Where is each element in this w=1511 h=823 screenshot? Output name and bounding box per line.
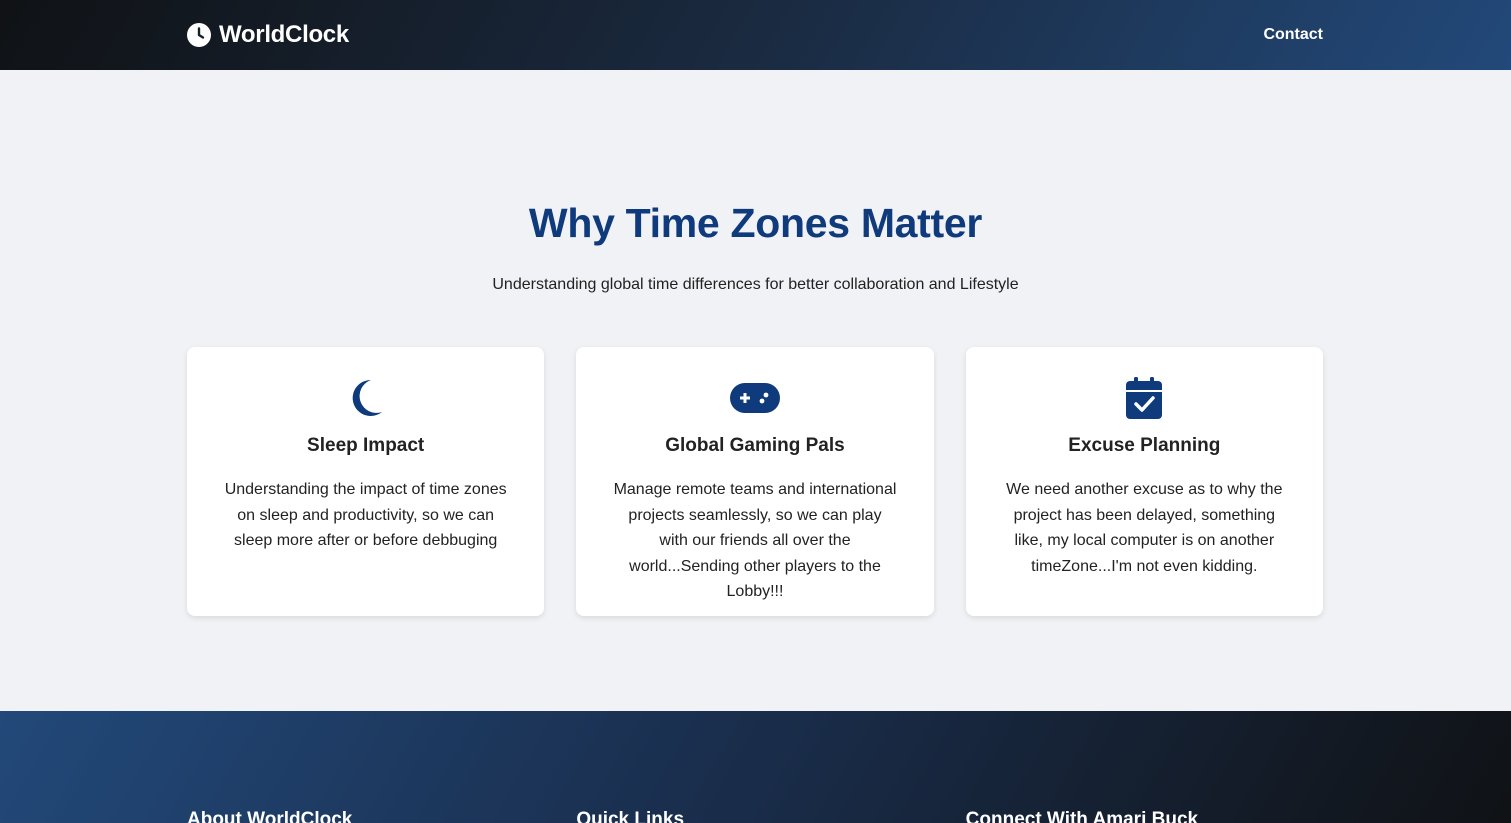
footer-connect: Connect With Amari Buck (966, 809, 1323, 823)
footer-heading-links: Quick Links (576, 809, 685, 823)
brand-link[interactable]: WorldClock (187, 21, 349, 49)
card-excuse-planning: Excuse Planning We need another excuse a… (965, 347, 1323, 616)
card-title: Global Gaming Pals (665, 435, 845, 456)
feature-cards: Sleep Impact Understanding the impact of… (187, 347, 1323, 616)
footer-heading-connect: Connect With Amari Buck (965, 809, 1199, 823)
contact-link[interactable]: Contact (1263, 26, 1323, 44)
card-text: Manage remote teams and international pr… (613, 481, 897, 601)
clock-icon (187, 23, 211, 47)
moon-icon (215, 377, 516, 419)
gamepad-icon (604, 377, 905, 419)
footer-columns: About WorldClock Quick Links Connect Wit… (187, 809, 1323, 823)
card-sleep-impact: Sleep Impact Understanding the impact of… (187, 347, 545, 616)
navbar-inner: WorldClock Contact (187, 0, 1323, 70)
card-title: Excuse Planning (1068, 435, 1221, 456)
page-footer: About WorldClock Quick Links Connect Wit… (0, 711, 1511, 823)
top-navbar: WorldClock Contact (0, 0, 1511, 70)
brand-name: WorldClock (219, 21, 349, 48)
section-subtitle: Understanding global time differences fo… (492, 276, 1019, 293)
footer-heading-about: About WorldClock (187, 809, 353, 823)
footer-about: About WorldClock (187, 809, 544, 823)
card-text: Understanding the impact of time zones o… (224, 481, 507, 550)
card-title: Sleep Impact (307, 435, 425, 456)
footer-quick-links: Quick Links (576, 809, 933, 823)
card-text: We need another excuse as to why the pro… (1006, 481, 1283, 575)
section-title: Why Time Zones Matter (528, 200, 983, 246)
calendar-check-icon (994, 377, 1295, 419)
card-global-gaming-pals: Global Gaming Pals Manage remote teams a… (576, 347, 934, 616)
